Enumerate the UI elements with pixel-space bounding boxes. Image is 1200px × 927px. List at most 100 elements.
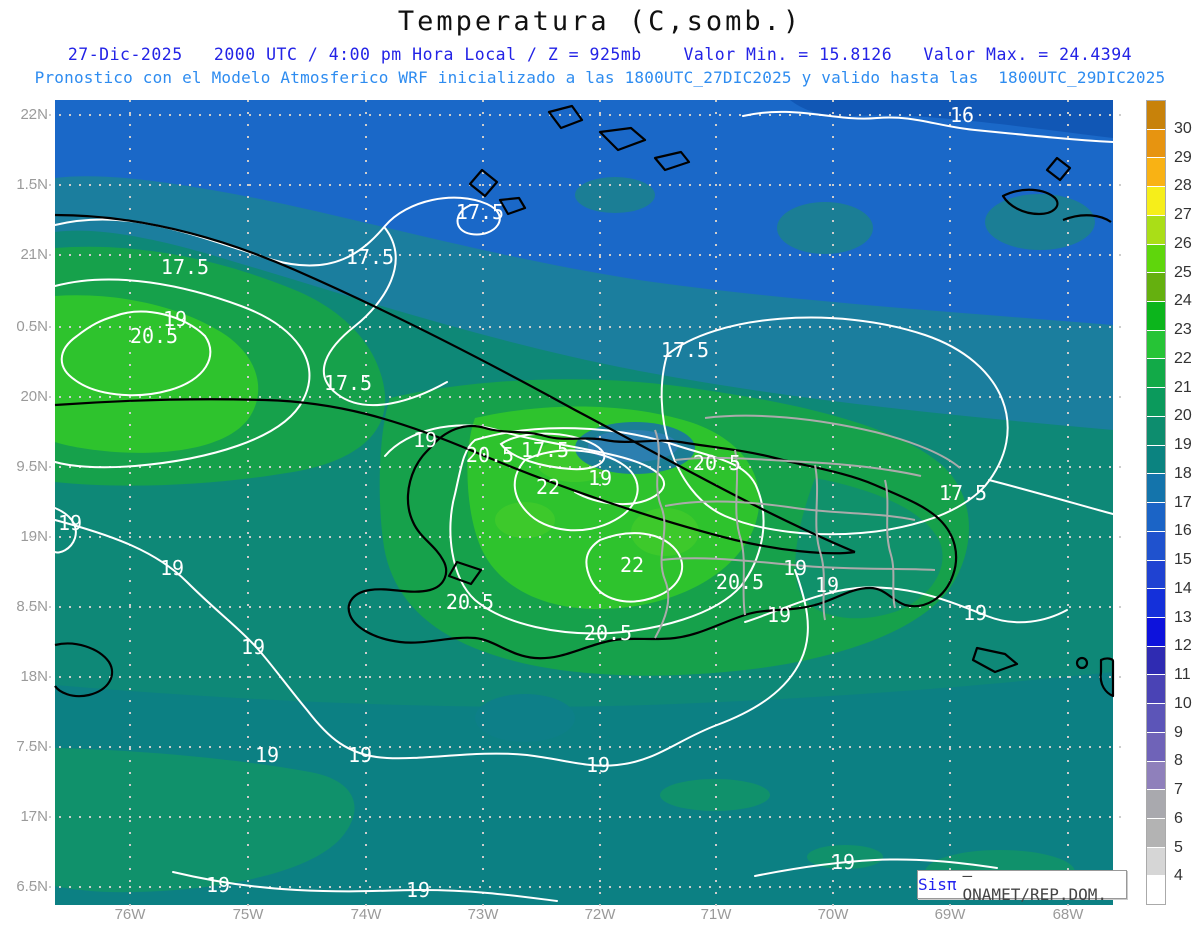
lon-tick-label: 76W xyxy=(114,906,146,923)
contour-value-label: 20.5 xyxy=(130,324,178,348)
colorbar-segment xyxy=(1147,214,1165,244)
colorbar-tick: 29 xyxy=(1174,148,1192,166)
colorbar-tick: 17 xyxy=(1174,493,1192,511)
colorbar-tick: 27 xyxy=(1174,206,1192,223)
contour-value-label: 17.5 xyxy=(661,338,709,362)
contour-value-label: 17.5 xyxy=(456,200,504,224)
colorbar-segment xyxy=(1147,559,1165,589)
wrf-temperature-map-page: Temperatura (C,somb.) 27-Dic-2025 2000 U… xyxy=(0,0,1200,927)
colorbar-segment xyxy=(1147,272,1165,302)
colorbar-tick: 11 xyxy=(1174,666,1191,683)
lon-tick-label: 71W xyxy=(700,906,732,923)
contour-value-label: 20.5 xyxy=(584,621,632,645)
map-canvas: 16 17.5 17.5 17.5 17.5 17.5 17.5 17.5 19 19 19 19 19… xyxy=(29,100,1127,913)
contour-value-label: 19 xyxy=(160,556,184,580)
colorbar-tick: 25 xyxy=(1174,263,1192,281)
colorbar-tick: 21 xyxy=(1174,378,1192,396)
contour-value-label: 19 xyxy=(206,873,230,897)
colorbar-tick: 20 xyxy=(1174,407,1192,425)
colorbar-tick: 7 xyxy=(1174,781,1183,798)
temperature-shaded-map: 16 17.5 17.5 17.5 17.5 17.5 17.5 17.5 19 19 19 19 19… xyxy=(29,100,1127,913)
colorbar-tick: 13 xyxy=(1174,608,1192,626)
contour-value-label: 20.5 xyxy=(716,570,764,594)
contour-value-label: 17.5 xyxy=(521,438,569,462)
lon-tick-label: 69W xyxy=(934,906,966,923)
contour-value-label: 16 xyxy=(950,103,974,127)
contour-value-label: 17.5 xyxy=(346,245,394,269)
colorbar-segment xyxy=(1147,301,1165,330)
watermark-brand: Sisπ xyxy=(918,875,957,894)
colorbar-segment xyxy=(1147,415,1165,445)
colorbar-segment xyxy=(1147,703,1165,732)
contour-value-label: 17.5 xyxy=(939,481,987,505)
contour-value-label: 20.5 xyxy=(446,590,494,614)
contour-value-label: 19 xyxy=(588,466,612,490)
contour-value-label: 19 xyxy=(255,743,279,767)
lon-tick-label: 75W xyxy=(232,906,264,923)
colorbar-segment xyxy=(1147,645,1165,675)
contour-value-label: 19 xyxy=(348,743,372,767)
colorbar-segment xyxy=(1147,358,1165,388)
colorbar-tick: 24 xyxy=(1174,292,1192,310)
colorbar-tick: 18 xyxy=(1174,464,1192,482)
colorbar-tick: 6 xyxy=(1174,809,1183,827)
colorbar-segment xyxy=(1147,616,1165,646)
colorbar xyxy=(1146,100,1166,905)
colorbar-segment xyxy=(1147,760,1165,790)
contour-value-label: 20.5 xyxy=(466,443,514,467)
colorbar-segment xyxy=(1147,186,1165,215)
contour-value-label: 19 xyxy=(963,601,987,625)
colorbar-segment xyxy=(1147,817,1165,847)
colorbar-segment xyxy=(1147,101,1165,129)
contour-value-label: 19 xyxy=(767,603,791,627)
lon-tick-label: 72W xyxy=(584,906,616,923)
lon-tick-label: 68W xyxy=(1052,906,1084,923)
colorbar-segment xyxy=(1147,444,1165,474)
lon-tick-label: 70W xyxy=(817,906,849,923)
colorbar-segment xyxy=(1147,530,1165,560)
colorbar-segment xyxy=(1147,473,1165,503)
contour-value-label: 22 xyxy=(536,475,560,499)
colorbar-tick: 15 xyxy=(1174,551,1192,568)
colorbar-tick: 30 xyxy=(1174,119,1192,137)
colorbar-tick: 22 xyxy=(1174,349,1192,367)
contour-value-label: 20.5 xyxy=(693,451,741,475)
contour-value-label: 19 xyxy=(815,573,839,597)
contour-value-label: 19 xyxy=(241,635,265,659)
colorbar-segment xyxy=(1147,846,1165,876)
contour-value-label: 19 xyxy=(58,511,82,535)
colorbar-segment xyxy=(1147,243,1165,273)
subtitle-model-init: Pronostico con el Modelo Atmosferico WRF… xyxy=(34,68,1166,87)
colorbar-segment xyxy=(1147,875,1165,905)
colorbar-tick: 19 xyxy=(1174,436,1192,453)
lon-tick-label: 74W xyxy=(350,906,382,923)
colorbar-tick: 8 xyxy=(1174,752,1183,770)
contour-value-label: 17.5 xyxy=(324,371,372,395)
contour-value-label: 22 xyxy=(620,553,644,577)
page-title: Temperatura (C,somb.) xyxy=(397,6,803,37)
colorbar-segment xyxy=(1147,731,1165,761)
contour-value-label: 17.5 xyxy=(161,255,209,279)
colorbar-segment xyxy=(1147,329,1165,359)
subtitle-valid-time: 27-Dic-2025 2000 UTC / 4:00 pm Hora Loca… xyxy=(67,45,1133,64)
colorbar-segment xyxy=(1147,588,1165,617)
colorbar-segment xyxy=(1147,502,1165,531)
watermark-org: – ONAMET/REP.DOM. xyxy=(962,865,1108,904)
colorbar-tick: 5 xyxy=(1174,838,1183,856)
contour-value-label: 19 xyxy=(831,850,855,874)
contour-value-label: 19 xyxy=(586,753,610,777)
colorbar-segment xyxy=(1147,674,1165,704)
contour-value-label: 19 xyxy=(783,556,807,580)
contour-value-label: 19 xyxy=(413,428,437,452)
colorbar-tick: 14 xyxy=(1174,579,1192,597)
colorbar-segment xyxy=(1147,789,1165,818)
watermark-badge: Sisπ – ONAMET/REP.DOM. xyxy=(917,866,1127,904)
colorbar-segment xyxy=(1147,387,1165,416)
contour-value-label: 19 xyxy=(406,878,430,902)
colorbar-tick: 23 xyxy=(1174,321,1192,338)
colorbar-tick: 12 xyxy=(1174,637,1192,655)
colorbar-tick: 10 xyxy=(1174,694,1192,712)
colorbar-tick: 16 xyxy=(1174,522,1192,540)
colorbar-segment xyxy=(1147,128,1165,158)
colorbar-segment xyxy=(1147,157,1165,187)
